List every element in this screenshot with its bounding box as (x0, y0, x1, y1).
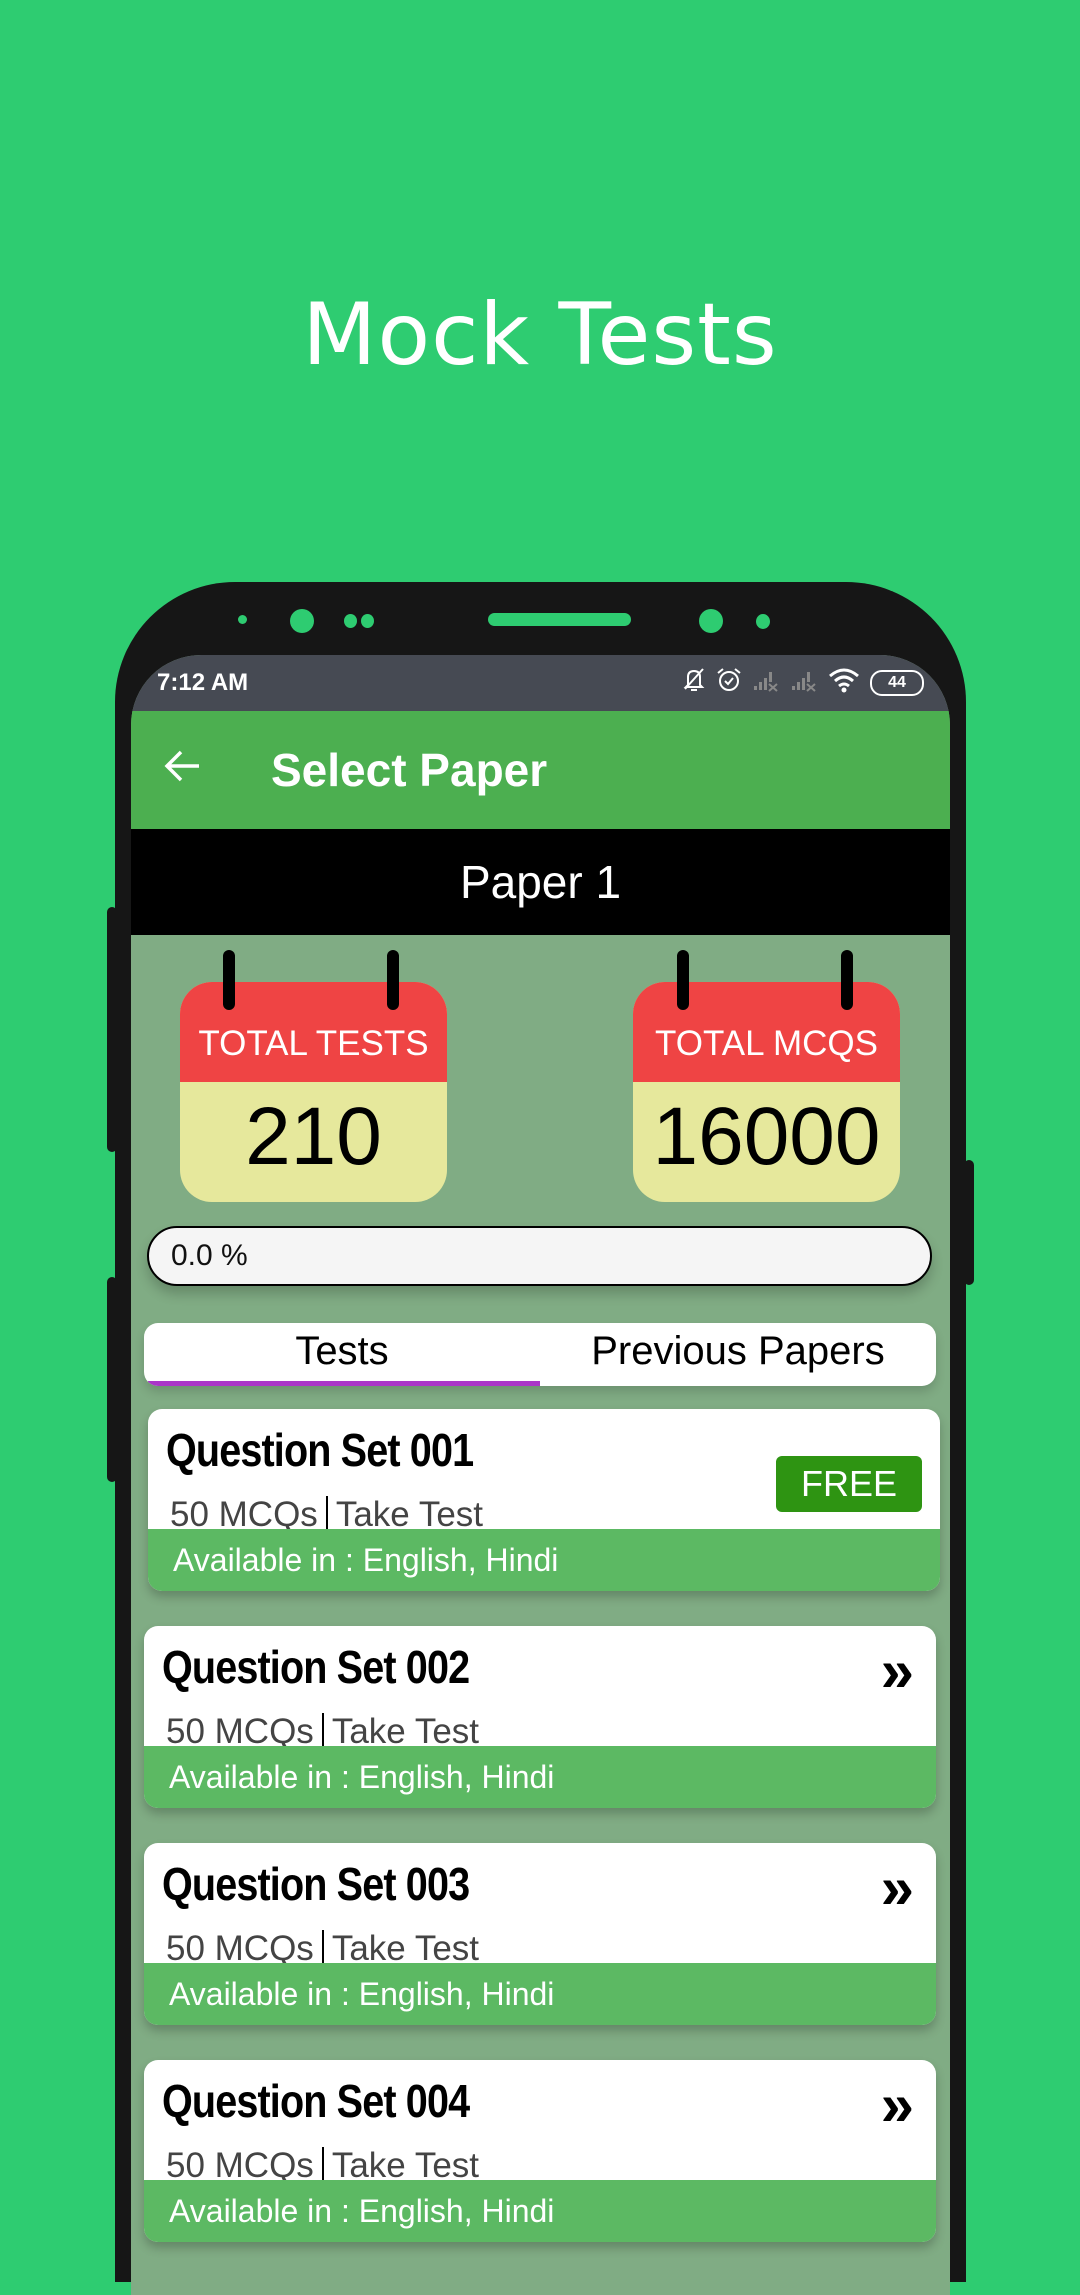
signal-none-icon (790, 668, 818, 697)
calendar-ring-icon (387, 950, 399, 1010)
stats-section: TOTAL TESTS 210 TOTAL MCQS 16000 (131, 935, 950, 1225)
question-set-card[interactable]: Question Set 003 50 MCQs Take Test » Ava… (144, 1843, 936, 2025)
availability-bar: Available in : English, Hindi (144, 1963, 936, 2025)
question-set-title: Question Set 004 (162, 2075, 470, 2127)
chevron-double-right-icon[interactable]: » (881, 1853, 914, 1922)
phone-side-button (107, 907, 117, 1152)
paper-name: Paper 1 (459, 856, 622, 908)
availability-bar: Available in : English, Hindi (144, 1746, 936, 1808)
sensor-dot (361, 614, 374, 628)
phone-frame: 7:12 AM 44 Select Paper Paper 1 TOTAL TE… (107, 582, 974, 2295)
total-mcqs-card: TOTAL MCQS 16000 (633, 982, 900, 1202)
question-set-card[interactable]: Question Set 002 50 MCQs Take Test » Ava… (144, 1626, 936, 1808)
total-mcqs-value: 16000 (652, 1091, 881, 1182)
question-set-title: Question Set 001 (166, 1424, 474, 1476)
progress-bar: 0.0 % (147, 1226, 932, 1286)
content-area: TOTAL TESTS 210 TOTAL MCQS 16000 0.0 % T… (131, 935, 950, 2242)
tab-previous-papers[interactable]: Previous Papers (540, 1323, 936, 1386)
alarm-icon (716, 667, 742, 698)
phone-side-button (964, 1160, 974, 1285)
arrow-left-icon[interactable] (163, 748, 223, 792)
progress-text: 0.0 % (171, 1239, 248, 1272)
total-tests-value: 210 (245, 1091, 382, 1182)
total-tests-label: TOTAL TESTS (180, 982, 447, 1082)
free-badge[interactable]: FREE (776, 1456, 922, 1512)
sensor-dot (238, 615, 247, 624)
page-title: Select Paper (271, 744, 548, 796)
question-set-title: Question Set 002 (162, 1641, 470, 1693)
chevron-double-right-icon[interactable]: » (881, 2070, 914, 2139)
total-mcqs-label: TOTAL MCQS (633, 982, 900, 1082)
phone-side-button (107, 1277, 117, 1482)
battery-icon: 44 (870, 669, 924, 696)
question-set-title: Question Set 003 (162, 1858, 470, 1910)
calendar-ring-icon (223, 950, 235, 1010)
tab-tests[interactable]: Tests (144, 1323, 540, 1386)
camera-dot (290, 609, 314, 633)
wifi-icon (828, 667, 860, 698)
tab-bar: Tests Previous Papers (144, 1323, 936, 1386)
paper-name-bar: Paper 1 (131, 829, 950, 935)
calendar-ring-icon (677, 950, 689, 1010)
status-bar: 7:12 AM 44 (131, 655, 950, 711)
sensor-dot (344, 614, 357, 628)
total-tests-card: TOTAL TESTS 210 (180, 982, 447, 1202)
speaker-grille (488, 613, 631, 626)
camera-dot (699, 609, 723, 633)
question-set-card[interactable]: Question Set 004 50 MCQs Take Test » Ava… (144, 2060, 936, 2242)
calendar-ring-icon (841, 950, 853, 1010)
app-bar: Select Paper (131, 711, 950, 829)
phone-screen: 7:12 AM 44 Select Paper Paper 1 TOTAL TE… (131, 655, 950, 2295)
status-time: 7:12 AM (157, 669, 249, 696)
availability-bar: Available in : English, Hindi (144, 2180, 936, 2242)
question-set-card[interactable]: Question Set 001 50 MCQs Take Test FREE … (148, 1409, 940, 1591)
signal-none-icon (752, 668, 780, 697)
bell-muted-icon (682, 667, 706, 698)
availability-bar: Available in : English, Hindi (148, 1529, 940, 1591)
sensor-dot (756, 614, 770, 629)
chevron-double-right-icon[interactable]: » (881, 1636, 914, 1705)
promo-title: Mock Tests (302, 285, 778, 385)
